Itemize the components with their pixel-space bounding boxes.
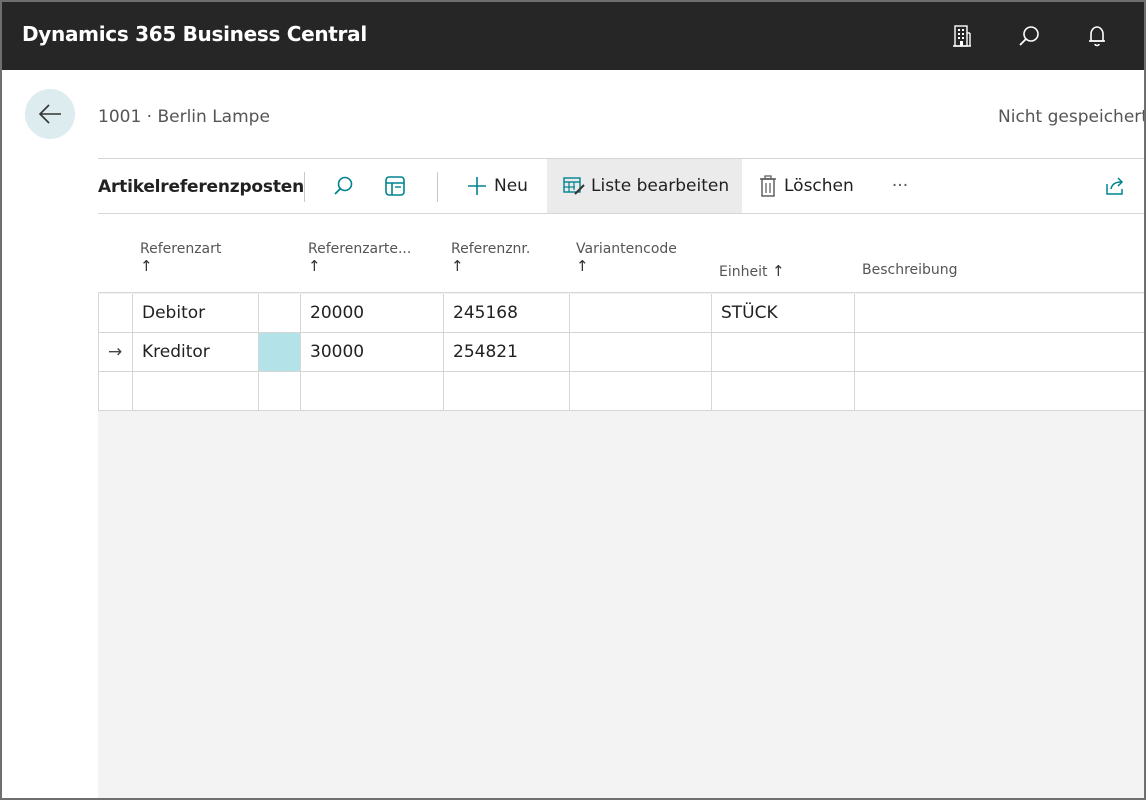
cell-beschreibung[interactable] bbox=[854, 294, 1144, 332]
cell-referenzart[interactable]: Kreditor bbox=[132, 333, 258, 371]
new-button[interactable]: Neu bbox=[456, 159, 536, 213]
cell-referenznr[interactable] bbox=[443, 372, 569, 410]
cell-einheit[interactable] bbox=[711, 372, 854, 410]
sort-arrow-icon: ↑ bbox=[140, 257, 153, 275]
filter-pane-icon bbox=[385, 176, 405, 196]
filter-pane-button[interactable] bbox=[378, 159, 412, 213]
share-icon bbox=[1106, 177, 1124, 195]
cell-referenznr[interactable]: 245168 bbox=[443, 294, 569, 332]
cell-spacer[interactable] bbox=[258, 372, 300, 410]
search-icon[interactable] bbox=[1015, 22, 1043, 50]
page-title: 1001 · Berlin Lampe bbox=[98, 107, 270, 127]
trash-icon bbox=[760, 175, 776, 197]
cell-beschreibung[interactable] bbox=[854, 333, 1144, 371]
edit-list-icon bbox=[563, 177, 585, 195]
edit-list-button[interactable]: Liste bearbeiten bbox=[547, 159, 742, 213]
column-header-variantencode[interactable]: Variantencode ↑ bbox=[576, 241, 677, 275]
table-row[interactable] bbox=[98, 372, 1144, 411]
row-indicator[interactable] bbox=[98, 294, 132, 332]
cell-variantencode[interactable] bbox=[569, 294, 711, 332]
sort-arrow-icon: ↑ bbox=[771, 262, 785, 280]
list-title[interactable]: Artikelreferenzposten bbox=[98, 177, 304, 197]
more-actions-button[interactable]: ··· bbox=[886, 159, 914, 213]
cell-referenzart[interactable]: Debitor bbox=[132, 294, 258, 332]
cell-referenzart-nr[interactable]: 20000 bbox=[300, 294, 443, 332]
table-row[interactable]: → Kreditor 30000 254821 bbox=[98, 333, 1144, 372]
row-indicator[interactable] bbox=[98, 372, 132, 410]
cell-referenzart-nr[interactable]: 30000 bbox=[300, 333, 443, 371]
new-button-label: Neu bbox=[494, 176, 528, 196]
grid-header: Referenzart ↑ Referenzarte... ↑ Referenz… bbox=[98, 215, 1144, 293]
plus-icon bbox=[468, 177, 486, 195]
toolbar-divider bbox=[437, 172, 438, 202]
sort-arrow-icon: ↑ bbox=[576, 257, 589, 275]
row-indicator-arrow-icon[interactable]: → bbox=[98, 333, 132, 371]
column-header-beschreibung[interactable]: Beschreibung bbox=[862, 262, 958, 278]
cell-referenznr[interactable]: 254821 bbox=[443, 333, 569, 371]
table-row[interactable]: Debitor 20000 245168 STÜCK bbox=[98, 294, 1144, 333]
app-bar: Dynamics 365 Business Central bbox=[2, 2, 1144, 70]
company-icon[interactable] bbox=[948, 22, 976, 50]
share-button[interactable] bbox=[1102, 159, 1130, 213]
bell-icon[interactable] bbox=[1083, 22, 1111, 50]
search-icon bbox=[334, 176, 353, 195]
more-icon: ··· bbox=[891, 176, 909, 196]
window-frame: Dynamics 365 Business Central 1001 · Ber… bbox=[0, 0, 1146, 800]
column-header-referenznr[interactable]: Referenznr. ↑ bbox=[451, 241, 530, 275]
app-title: Dynamics 365 Business Central bbox=[22, 22, 367, 46]
column-header-einheit[interactable]: Einheit ↑ bbox=[719, 262, 785, 280]
cell-variantencode[interactable] bbox=[569, 372, 711, 410]
cell-einheit[interactable] bbox=[711, 333, 854, 371]
arrow-left-icon bbox=[38, 104, 61, 124]
sort-arrow-icon: ↑ bbox=[451, 257, 464, 275]
cell-spacer[interactable] bbox=[258, 294, 300, 332]
column-header-referenzart-nr[interactable]: Referenzarte... ↑ bbox=[308, 241, 411, 275]
sort-arrow-icon: ↑ bbox=[308, 257, 321, 275]
action-bar: Artikelreferenzposten Neu Liste bearbeit… bbox=[98, 158, 1144, 214]
cell-variantencode[interactable] bbox=[569, 333, 711, 371]
edit-list-label: Liste bearbeiten bbox=[591, 176, 730, 196]
back-button[interactable] bbox=[25, 89, 75, 139]
cell-referenzart[interactable] bbox=[132, 372, 258, 410]
cell-einheit[interactable]: STÜCK bbox=[711, 294, 854, 332]
cell-spacer-selected[interactable] bbox=[258, 333, 300, 371]
cell-referenzart-nr[interactable] bbox=[300, 372, 443, 410]
save-status: Nicht gespeichert bbox=[998, 107, 1146, 127]
search-list-button[interactable] bbox=[326, 159, 360, 213]
cell-beschreibung[interactable] bbox=[854, 372, 1144, 410]
toolbar-divider bbox=[304, 172, 305, 202]
list-grid: Referenzart ↑ Referenzarte... ↑ Referenz… bbox=[98, 215, 1144, 798]
column-header-referenzart[interactable]: Referenzart ↑ bbox=[140, 241, 221, 275]
delete-button[interactable]: Löschen bbox=[758, 159, 868, 213]
delete-label: Löschen bbox=[784, 176, 854, 196]
